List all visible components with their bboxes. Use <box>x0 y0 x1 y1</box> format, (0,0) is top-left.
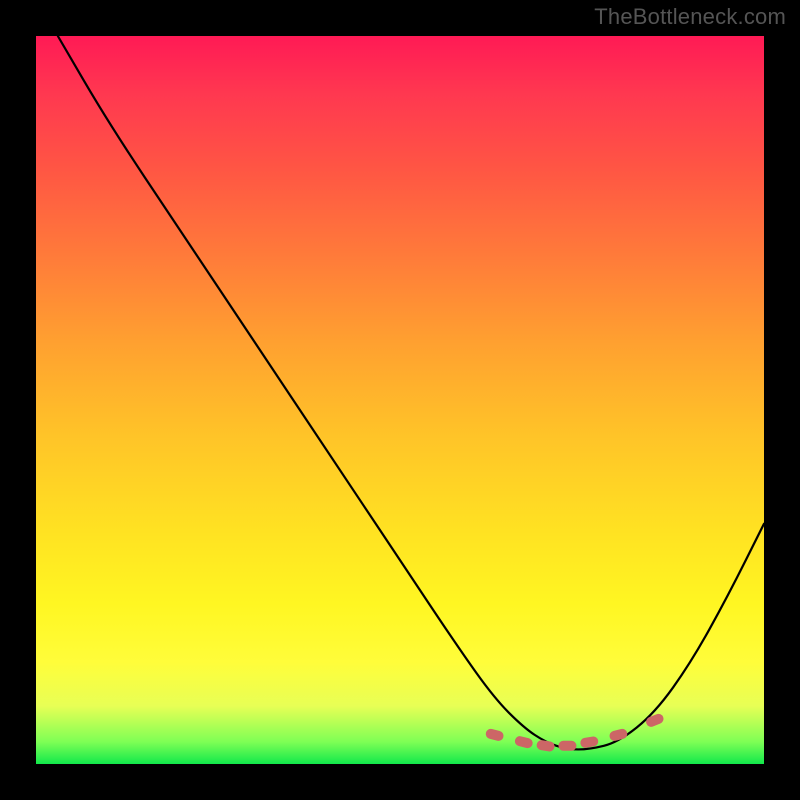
marker-pill <box>608 728 628 742</box>
optimal-zone-markers <box>485 712 665 752</box>
watermark-text: TheBottleneck.com <box>594 4 786 30</box>
bottleneck-curve-line <box>58 36 764 749</box>
chart-container: TheBottleneck.com <box>0 0 800 800</box>
marker-pill <box>485 728 505 742</box>
marker-pill <box>536 739 555 752</box>
marker-pill <box>645 712 665 728</box>
chart-svg <box>36 36 764 764</box>
plot-area <box>36 36 764 764</box>
marker-pill <box>558 741 576 751</box>
marker-pill <box>514 735 534 749</box>
